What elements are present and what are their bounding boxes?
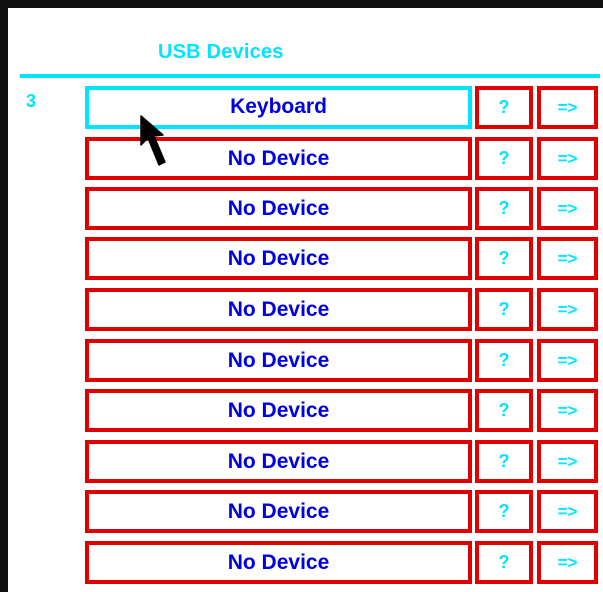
device-row: No Device ? => [8,490,603,536]
device-open-button[interactable]: => [537,86,598,129]
device-slot-button[interactable]: No Device [85,389,472,432]
device-slot-button[interactable]: Keyboard [85,86,472,129]
device-row: No Device ? => [8,541,603,587]
device-slot-button[interactable]: No Device [85,187,472,230]
device-row: No Device ? => [8,339,603,385]
device-info-button[interactable]: ? [475,86,533,129]
device-open-button[interactable]: => [537,339,598,382]
device-row: No Device ? => [8,237,603,283]
device-open-button[interactable]: => [537,137,598,180]
device-open-button[interactable]: => [537,237,598,280]
device-info-button[interactable]: ? [475,137,533,180]
header-divider [20,74,600,78]
device-info-button[interactable]: ? [475,541,533,584]
device-info-button[interactable]: ? [475,288,533,331]
device-info-button[interactable]: ? [475,237,533,280]
device-open-button[interactable]: => [537,389,598,432]
device-slot-button[interactable]: No Device [85,339,472,382]
device-info-button[interactable]: ? [475,389,533,432]
device-slot-button[interactable]: No Device [85,288,472,331]
device-row: No Device ? => [8,137,603,183]
device-info-button[interactable]: ? [475,440,533,483]
device-info-button[interactable]: ? [475,187,533,230]
usb-devices-window: USB Devices 3 Keyboard ? => No Device ? … [0,0,603,592]
device-open-button[interactable]: => [537,288,598,331]
device-row: 3 Keyboard ? => [8,86,603,132]
device-slot-button[interactable]: No Device [85,237,472,280]
device-slot-button[interactable]: No Device [85,490,472,533]
device-row: No Device ? => [8,440,603,486]
device-row: No Device ? => [8,187,603,233]
device-row: No Device ? => [8,288,603,334]
device-slot-button[interactable]: No Device [85,440,472,483]
device-open-button[interactable]: => [537,541,598,584]
page-title: USB Devices [158,41,284,63]
device-info-button[interactable]: ? [475,339,533,382]
device-open-button[interactable]: => [537,187,598,230]
device-info-button[interactable]: ? [475,490,533,533]
device-count: 3 [26,91,37,111]
device-open-button[interactable]: => [537,490,598,533]
device-row: No Device ? => [8,389,603,435]
device-open-button[interactable]: => [537,440,598,483]
device-slot-button[interactable]: No Device [85,541,472,584]
device-slot-button[interactable]: No Device [85,137,472,180]
